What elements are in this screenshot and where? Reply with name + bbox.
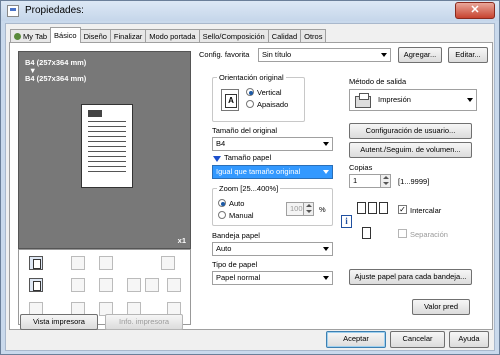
original-size-select[interactable]: B4 <box>212 137 333 151</box>
zoom-value-spinner[interactable]: 100 <box>286 202 314 216</box>
help-button[interactable]: Ayuda <box>449 331 489 348</box>
separation-label: Separación <box>410 230 448 239</box>
booklet-icon[interactable] <box>99 278 113 292</box>
collate-doc-icon-2 <box>368 202 377 214</box>
chevron-down-icon <box>323 170 329 174</box>
tab-finalizar[interactable]: Finalizar <box>109 29 147 43</box>
paper-size-value: Igual que tamaño original <box>216 167 301 176</box>
info-icon[interactable]: i <box>341 215 352 228</box>
copies-label: Copias <box>349 163 373 172</box>
chevron-down-icon <box>323 142 329 146</box>
authentication-tracking-button[interactable]: Autent./Seguim. de volumen... <box>349 142 472 158</box>
tab-basico[interactable]: Básico <box>50 27 81 43</box>
spinner-arrows-icon[interactable] <box>303 203 313 215</box>
output-method-label: Método de salida <box>349 77 407 86</box>
vertical-radio[interactable] <box>246 88 254 96</box>
separation-doc-icon <box>362 227 371 239</box>
preview-paper-size: B4 (257x364 mm) <box>25 74 87 83</box>
zoom-auto-label: Auto <box>229 199 245 208</box>
paper-size-select[interactable]: Igual que tamaño original <box>212 165 333 179</box>
duplex-icon[interactable] <box>99 256 113 270</box>
staple-icon[interactable] <box>161 256 175 270</box>
tab-strip: My Tab Básico Diseño Finalizar Modo port… <box>10 27 327 43</box>
collate-label: Intercalar <box>410 206 442 215</box>
print-preview: B4 (257x364 mm) ▼ B4 (257x364 mm) x1 <box>18 51 191 249</box>
copies-range: [1...9999] <box>398 177 430 186</box>
zoom-manual-radio[interactable] <box>218 211 226 219</box>
output-method-select[interactable]: Impresión <box>349 89 477 111</box>
zoom-manual-label: Manual <box>229 211 254 220</box>
paper-type-label: Tipo de papel <box>212 260 258 269</box>
chevron-down-icon <box>467 98 473 102</box>
vertical-label: Vertical <box>257 88 282 97</box>
punch-icon[interactable] <box>71 256 85 270</box>
text-icon[interactable] <box>127 278 141 292</box>
orientation-title: Orientación original <box>217 73 286 82</box>
favorite-settings-label: Config. favorita <box>199 50 250 59</box>
zoom-value: 100 <box>290 204 303 213</box>
paper-tray-select[interactable]: Auto <box>212 242 333 256</box>
original-size-value: B4 <box>216 139 226 148</box>
copies-value: 1 <box>353 176 358 185</box>
window-title: Propiedades: <box>25 5 84 16</box>
separation-checkbox[interactable] <box>398 229 407 238</box>
paper-type-value: Papel normal <box>216 273 261 282</box>
fold-icon[interactable] <box>167 278 181 292</box>
tab-my-tab[interactable]: My Tab <box>10 29 52 43</box>
default-values-button[interactable]: Valor pred <box>412 299 470 315</box>
chevron-down-icon <box>323 247 329 251</box>
watermark-icon[interactable] <box>145 278 159 292</box>
collate-checkbox[interactable]: ✓ <box>398 205 407 214</box>
properties-window: Propiedades: ✕ My Tab Básico Diseño Fina… <box>0 0 500 355</box>
favorite-settings-select[interactable]: Sin título <box>258 48 391 62</box>
tab-label: My Tab <box>23 32 48 41</box>
ok-button[interactable]: Aceptar <box>326 331 386 348</box>
printer-app-icon <box>7 5 19 17</box>
printer-icon <box>355 93 371 108</box>
preview-page <box>81 104 137 192</box>
my-tab-icon <box>14 33 21 40</box>
paper-type-select[interactable]: Papel normal <box>212 271 333 285</box>
output-method-value: Impresión <box>378 95 411 104</box>
favorite-settings-value: Sin título <box>262 50 292 59</box>
view-printer-button[interactable]: Vista impresora <box>20 314 98 330</box>
close-button[interactable]: ✕ <box>455 2 495 19</box>
zoom-unit: % <box>319 205 326 214</box>
original-size-label: Tamaño del original <box>212 126 278 135</box>
chevron-down-icon <box>323 276 329 280</box>
layout-icon[interactable] <box>29 256 43 270</box>
collate-doc-icon-1 <box>357 202 366 214</box>
zoom-auto-radio[interactable] <box>218 199 226 207</box>
basic-tab-panel: B4 (257x364 mm) ▼ B4 (257x364 mm) x1 Vis… <box>9 42 493 330</box>
tab-otros[interactable]: Otros <box>300 29 327 43</box>
spinner-arrows-icon[interactable] <box>380 175 390 187</box>
adjust-paper-per-tray-button[interactable]: Ajuste papel para cada bandeja... <box>349 269 472 285</box>
orientation-portrait-icon <box>221 89 239 111</box>
user-settings-button[interactable]: Configuración de usuario... <box>349 123 472 139</box>
zoom-title: Zoom [25...400%] <box>217 184 281 193</box>
tab-sello-composicion[interactable]: Sello/Composición <box>198 29 269 43</box>
landscape-label: Apaisado <box>257 100 289 109</box>
preview-copy-count: x1 <box>177 236 186 245</box>
paper-tray-label: Bandeja papel <box>212 231 260 240</box>
title-bar: Propiedades: ✕ <box>1 1 499 21</box>
edit-favorite-button[interactable]: Editar... <box>448 47 488 63</box>
dialog-client-area: My Tab Básico Diseño Finalizar Modo port… <box>5 23 495 351</box>
copies-spinner[interactable]: 1 <box>349 174 391 188</box>
tab-diseno[interactable]: Diseño <box>79 29 111 43</box>
landscape-radio[interactable] <box>246 100 254 108</box>
cancel-button[interactable]: Cancelar <box>390 331 445 348</box>
paper-tray-value: Auto <box>216 244 232 253</box>
add-favorite-button[interactable]: Agregar... <box>398 47 442 63</box>
chevron-down-icon <box>381 53 387 57</box>
printer-info-button[interactable]: Info. impresora <box>105 314 183 330</box>
paper-size-label: Tamaño papel <box>224 153 272 162</box>
tab-calidad[interactable]: Calidad <box>267 29 302 43</box>
combine-icon[interactable] <box>71 278 85 292</box>
copy-icon[interactable] <box>29 278 43 292</box>
tab-modo-portada[interactable]: Modo portada <box>145 29 200 43</box>
arrow-down-icon <box>213 156 221 162</box>
collate-doc-icon-3 <box>379 202 388 214</box>
